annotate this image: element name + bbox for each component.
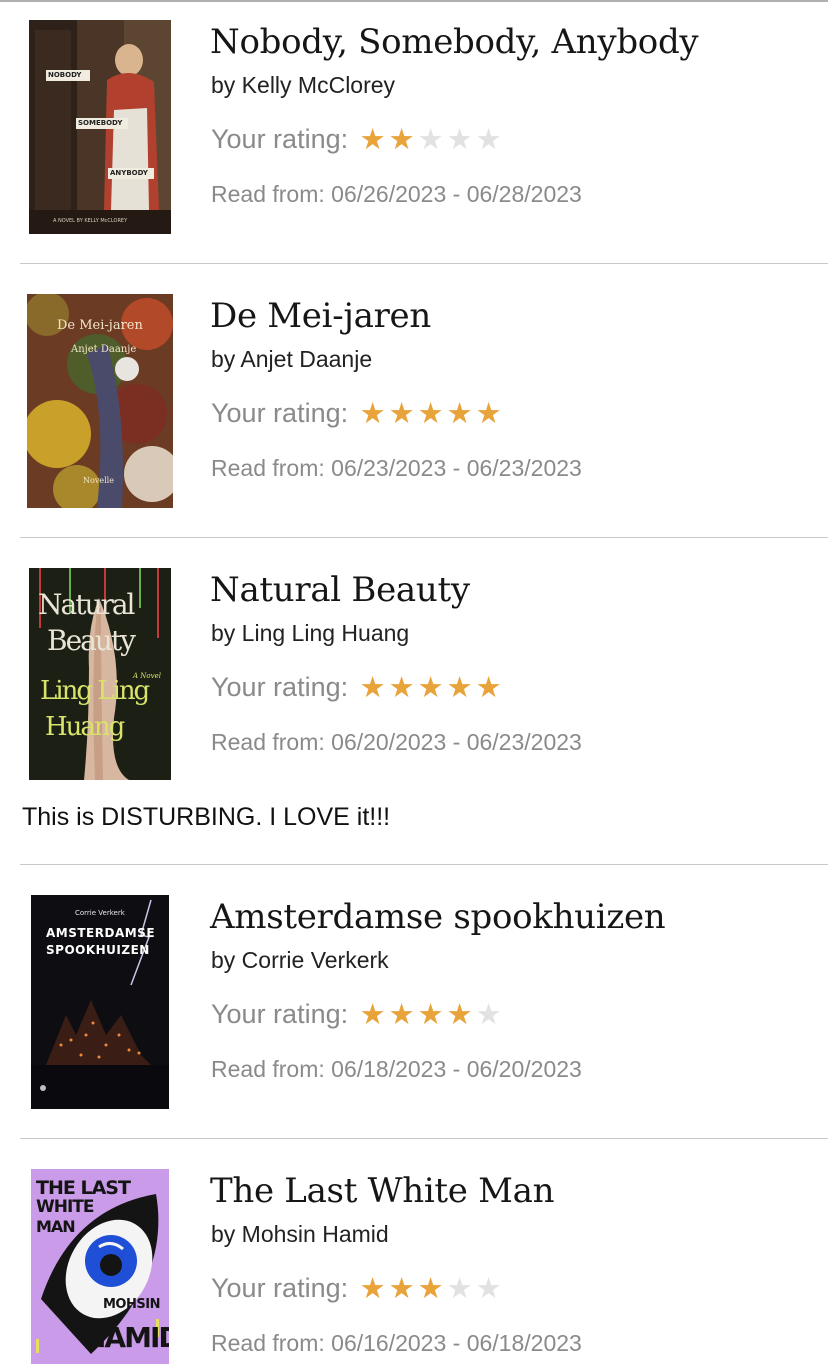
star-rating[interactable]: ★ ★ ★ ★ ★ (358, 399, 503, 428)
star-empty-icon[interactable]: ★ (445, 125, 474, 154)
book-list-item[interactable]: Corrie Verkerk AMSTERDAMSE SPOOKHUIZEN A… (0, 865, 828, 1139)
star-filled-icon[interactable]: ★ (358, 125, 387, 154)
cover-label: Anjet Daanje (71, 344, 137, 355)
book-title[interactable]: De Mei-jaren (210, 296, 431, 336)
book-author[interactable]: by Anjet Daanje (211, 346, 372, 373)
cover-label: A NOVEL BY KELLY McCLOREY (53, 218, 128, 224)
rating-row: Your rating: ★ ★ ★ ★ ★ (211, 999, 503, 1030)
star-filled-icon[interactable]: ★ (416, 399, 445, 428)
cover-label: MOHSIN (103, 1297, 160, 1312)
rating-label: Your rating: (211, 1273, 349, 1303)
read-dates: Read from: 06/20/2023 - 06/23/2023 (211, 729, 582, 755)
cover-label: THE LAST (36, 1177, 131, 1199)
cover-label: A Novel (133, 672, 161, 680)
star-filled-icon[interactable]: ★ (387, 673, 416, 702)
star-filled-icon[interactable]: ★ (445, 673, 474, 702)
star-filled-icon[interactable]: ★ (387, 1274, 416, 1303)
rating-label: Your rating: (211, 672, 349, 702)
read-dates: Read from: 06/18/2023 - 06/20/2023 (211, 1056, 582, 1082)
star-filled-icon[interactable]: ★ (445, 399, 474, 428)
cover-label: SOMEBODY (78, 119, 123, 127)
rating-row: Your rating: ★ ★ ★ ★ ★ (211, 124, 503, 155)
cover-label: NOBODY (48, 71, 82, 79)
cover-label: HAMID (83, 1321, 169, 1354)
star-filled-icon[interactable]: ★ (387, 125, 416, 154)
star-filled-icon[interactable]: ★ (474, 673, 503, 702)
star-empty-icon[interactable]: ★ (416, 125, 445, 154)
cover-label: De Mei-jaren (57, 318, 143, 333)
star-rating[interactable]: ★ ★ ★ ★ ★ (358, 1274, 503, 1303)
star-empty-icon[interactable]: ★ (474, 1000, 503, 1029)
star-filled-icon[interactable]: ★ (474, 399, 503, 428)
book-author[interactable]: by Mohsin Hamid (211, 1221, 389, 1248)
star-rating[interactable]: ★ ★ ★ ★ ★ (358, 125, 503, 154)
book-author[interactable]: by Kelly McClorey (211, 72, 395, 99)
cover-label: MAN (36, 1217, 76, 1236)
star-empty-icon[interactable]: ★ (474, 1274, 503, 1303)
star-rating[interactable]: ★ ★ ★ ★ ★ (358, 673, 503, 702)
rating-label: Your rating: (211, 124, 349, 154)
star-filled-icon[interactable]: ★ (416, 1274, 445, 1303)
star-filled-icon[interactable]: ★ (358, 399, 387, 428)
cover-label: Corrie Verkerk (75, 909, 125, 917)
book-title[interactable]: Amsterdamse spookhuizen (210, 897, 666, 937)
book-list-item[interactable]: THE LAST WHITE MAN MOHSIN HAMID The Last… (0, 1139, 828, 1364)
book-title[interactable]: The Last White Man (210, 1171, 554, 1211)
book-list-item[interactable]: De Mei-jaren Anjet Daanje Novelle De Mei… (0, 264, 828, 538)
cover-label: ANYBODY (110, 169, 149, 177)
cover-label: Natural (38, 588, 136, 621)
book-title[interactable]: Natural Beauty (210, 570, 470, 610)
star-filled-icon[interactable]: ★ (358, 1000, 387, 1029)
star-filled-icon[interactable]: ★ (445, 1000, 474, 1029)
cover-label: SPOOKHUIZEN (46, 943, 150, 957)
book-list-item[interactable]: Natural Beauty Ling Ling Huang A Novel N… (0, 538, 828, 864)
cover-label: Novelle (83, 476, 114, 485)
read-dates: Read from: 06/23/2023 - 06/23/2023 (211, 455, 582, 481)
star-empty-icon[interactable]: ★ (445, 1274, 474, 1303)
star-filled-icon[interactable]: ★ (387, 399, 416, 428)
read-dates: Read from: 06/16/2023 - 06/18/2023 (211, 1330, 582, 1356)
review-text: This is DISTURBING. I LOVE it!!! (22, 803, 391, 831)
cover-label: WHITE (36, 1197, 95, 1217)
book-cover[interactable]: THE LAST WHITE MAN MOHSIN HAMID (31, 1169, 169, 1364)
book-cover[interactable]: Natural Beauty Ling Ling Huang A Novel (29, 568, 171, 780)
rating-label: Your rating: (211, 398, 349, 428)
cover-label: AMSTERDAMSE (46, 926, 156, 940)
read-dates: Read from: 06/26/2023 - 06/28/2023 (211, 181, 582, 207)
rating-row: Your rating: ★ ★ ★ ★ ★ (211, 672, 503, 703)
book-list-item[interactable]: NOBODY SOMEBODY ANYBODY A NOVEL BY KELLY… (0, 0, 828, 264)
rating-row: Your rating: ★ ★ ★ ★ ★ (211, 398, 503, 429)
book-cover[interactable]: Corrie Verkerk AMSTERDAMSE SPOOKHUIZEN (31, 895, 169, 1109)
star-empty-icon[interactable]: ★ (474, 125, 503, 154)
rating-label: Your rating: (211, 999, 349, 1029)
star-filled-icon[interactable]: ★ (416, 1000, 445, 1029)
star-filled-icon[interactable]: ★ (387, 1000, 416, 1029)
star-filled-icon[interactable]: ★ (358, 673, 387, 702)
star-filled-icon[interactable]: ★ (416, 673, 445, 702)
rating-row: Your rating: ★ ★ ★ ★ ★ (211, 1273, 503, 1304)
cover-label: Ling Ling (40, 676, 150, 706)
star-filled-icon[interactable]: ★ (358, 1274, 387, 1303)
cover-label: Beauty (47, 624, 136, 657)
book-cover[interactable]: De Mei-jaren Anjet Daanje Novelle (27, 294, 173, 508)
book-author[interactable]: by Corrie Verkerk (211, 947, 389, 974)
book-cover[interactable]: NOBODY SOMEBODY ANYBODY A NOVEL BY KELLY… (29, 20, 171, 234)
cover-label: Huang (45, 712, 125, 742)
book-author[interactable]: by Ling Ling Huang (211, 620, 409, 647)
star-rating[interactable]: ★ ★ ★ ★ ★ (358, 1000, 503, 1029)
book-title[interactable]: Nobody, Somebody, Anybody (210, 22, 699, 62)
